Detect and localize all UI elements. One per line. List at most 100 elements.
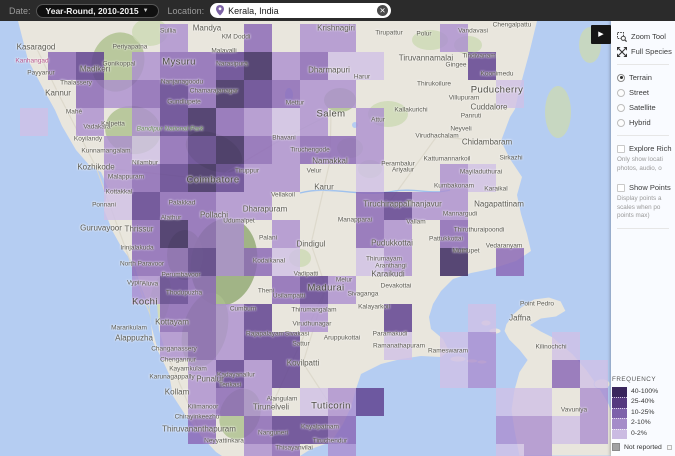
frequency-cell[interactable] bbox=[328, 136, 356, 164]
frequency-cell[interactable] bbox=[160, 248, 188, 276]
frequency-cell[interactable] bbox=[496, 80, 524, 108]
frequency-cell[interactable] bbox=[524, 444, 552, 456]
frequency-cell[interactable] bbox=[300, 52, 328, 80]
frequency-cell[interactable] bbox=[552, 360, 580, 388]
frequency-cell[interactable] bbox=[272, 108, 300, 136]
frequency-cell[interactable] bbox=[76, 80, 104, 108]
frequency-cell[interactable] bbox=[440, 360, 468, 388]
frequency-cell[interactable] bbox=[384, 248, 412, 276]
frequency-cell[interactable] bbox=[272, 416, 300, 444]
frequency-cell[interactable] bbox=[496, 416, 524, 444]
frequency-cell[interactable] bbox=[272, 164, 300, 192]
frequency-cell[interactable] bbox=[524, 388, 552, 416]
frequency-cell[interactable] bbox=[216, 192, 244, 220]
frequency-cell[interactable] bbox=[216, 388, 244, 416]
frequency-cell[interactable] bbox=[412, 192, 440, 220]
clear-search-icon[interactable]: ✕ bbox=[377, 5, 389, 16]
frequency-cell[interactable] bbox=[300, 304, 328, 332]
map-type-option-satellite[interactable]: Satellite bbox=[617, 100, 675, 115]
frequency-cell[interactable] bbox=[440, 164, 468, 192]
frequency-cell[interactable] bbox=[104, 136, 132, 164]
frequency-cell[interactable] bbox=[244, 444, 272, 456]
legend-collapse-box[interactable] bbox=[666, 444, 672, 450]
frequency-cell[interactable] bbox=[48, 52, 76, 80]
frequency-cell[interactable] bbox=[76, 108, 104, 136]
frequency-cell[interactable] bbox=[104, 192, 132, 220]
frequency-cell[interactable] bbox=[160, 220, 188, 248]
frequency-cell[interactable] bbox=[328, 80, 356, 108]
location-search-input[interactable] bbox=[228, 5, 378, 16]
frequency-cell[interactable] bbox=[272, 220, 300, 248]
frequency-cell[interactable] bbox=[272, 248, 300, 276]
frequency-cell[interactable] bbox=[552, 416, 580, 444]
frequency-cell[interactable] bbox=[356, 164, 384, 192]
frequency-cell[interactable] bbox=[160, 304, 188, 332]
zoom-tool-button[interactable]: Zoom Tool bbox=[617, 29, 675, 44]
frequency-cell[interactable] bbox=[244, 360, 272, 388]
frequency-cell[interactable] bbox=[216, 80, 244, 108]
frequency-cell[interactable] bbox=[356, 192, 384, 220]
frequency-cell[interactable] bbox=[160, 24, 188, 52]
frequency-cell[interactable] bbox=[160, 332, 188, 360]
frequency-cell[interactable] bbox=[468, 332, 496, 360]
frequency-cell[interactable] bbox=[272, 52, 300, 80]
frequency-cell[interactable] bbox=[244, 332, 272, 360]
frequency-cell[interactable] bbox=[244, 52, 272, 80]
frequency-cell[interactable] bbox=[524, 416, 552, 444]
frequency-cell[interactable] bbox=[132, 80, 160, 108]
frequency-cell[interactable] bbox=[132, 220, 160, 248]
frequency-cell[interactable] bbox=[188, 248, 216, 276]
frequency-cell[interactable] bbox=[356, 108, 384, 136]
frequency-cell[interactable] bbox=[440, 332, 468, 360]
frequency-cell[interactable] bbox=[468, 164, 496, 192]
frequency-cell[interactable] bbox=[356, 52, 384, 80]
frequency-cell[interactable] bbox=[188, 192, 216, 220]
frequency-cell[interactable] bbox=[496, 444, 524, 456]
frequency-cell[interactable] bbox=[244, 136, 272, 164]
radio-button[interactable] bbox=[617, 118, 625, 127]
frequency-cell[interactable] bbox=[216, 108, 244, 136]
frequency-cell[interactable] bbox=[384, 304, 412, 332]
frequency-cell[interactable] bbox=[356, 248, 384, 276]
frequency-cell[interactable] bbox=[300, 108, 328, 136]
frequency-cell[interactable] bbox=[132, 52, 160, 80]
panel-collapse-tab[interactable]: ▶ bbox=[591, 25, 611, 44]
frequency-cell[interactable] bbox=[20, 108, 48, 136]
frequency-cell[interactable] bbox=[552, 332, 580, 360]
frequency-cell[interactable] bbox=[132, 136, 160, 164]
date-range-dropdown[interactable]: Year-Round, 2010-2015 ▼ bbox=[35, 3, 159, 18]
frequency-cell[interactable] bbox=[244, 388, 272, 416]
map-viewport[interactable]: Kasaragod Sullia Mandya KM Doddi Krishnagiri… bbox=[0, 0, 675, 456]
frequency-cell[interactable] bbox=[440, 248, 468, 276]
frequency-cell[interactable] bbox=[244, 164, 272, 192]
frequency-cell[interactable] bbox=[188, 80, 216, 108]
frequency-cell[interactable] bbox=[496, 248, 524, 276]
frequency-cell[interactable] bbox=[216, 248, 244, 276]
frequency-cell[interactable] bbox=[216, 360, 244, 388]
frequency-cell[interactable] bbox=[188, 108, 216, 136]
frequency-cell[interactable] bbox=[328, 444, 356, 456]
frequency-cell[interactable] bbox=[216, 52, 244, 80]
frequency-cell[interactable] bbox=[300, 136, 328, 164]
map-type-option-terrain[interactable]: Terrain bbox=[617, 70, 675, 85]
frequency-cell[interactable] bbox=[496, 388, 524, 416]
frequency-cell[interactable] bbox=[188, 136, 216, 164]
frequency-cell[interactable] bbox=[160, 108, 188, 136]
frequency-cell[interactable] bbox=[216, 220, 244, 248]
map-type-option-hybrid[interactable]: Hybrid bbox=[617, 115, 675, 130]
frequency-cell[interactable] bbox=[440, 220, 468, 248]
frequency-cell[interactable] bbox=[440, 24, 468, 52]
frequency-cell[interactable] bbox=[188, 276, 216, 304]
frequency-cell[interactable] bbox=[244, 248, 272, 276]
radio-button[interactable] bbox=[617, 73, 625, 82]
frequency-cell[interactable] bbox=[300, 24, 328, 52]
frequency-cell[interactable] bbox=[272, 332, 300, 360]
frequency-cell[interactable] bbox=[580, 388, 608, 416]
frequency-cell[interactable] bbox=[272, 276, 300, 304]
map-type-option-street[interactable]: Street bbox=[617, 85, 675, 100]
frequency-cell[interactable] bbox=[132, 248, 160, 276]
location-searchbox[interactable]: ✕ bbox=[210, 3, 392, 18]
radio-button[interactable] bbox=[617, 103, 625, 112]
frequency-cell[interactable] bbox=[328, 24, 356, 52]
frequency-cell[interactable] bbox=[328, 276, 356, 304]
